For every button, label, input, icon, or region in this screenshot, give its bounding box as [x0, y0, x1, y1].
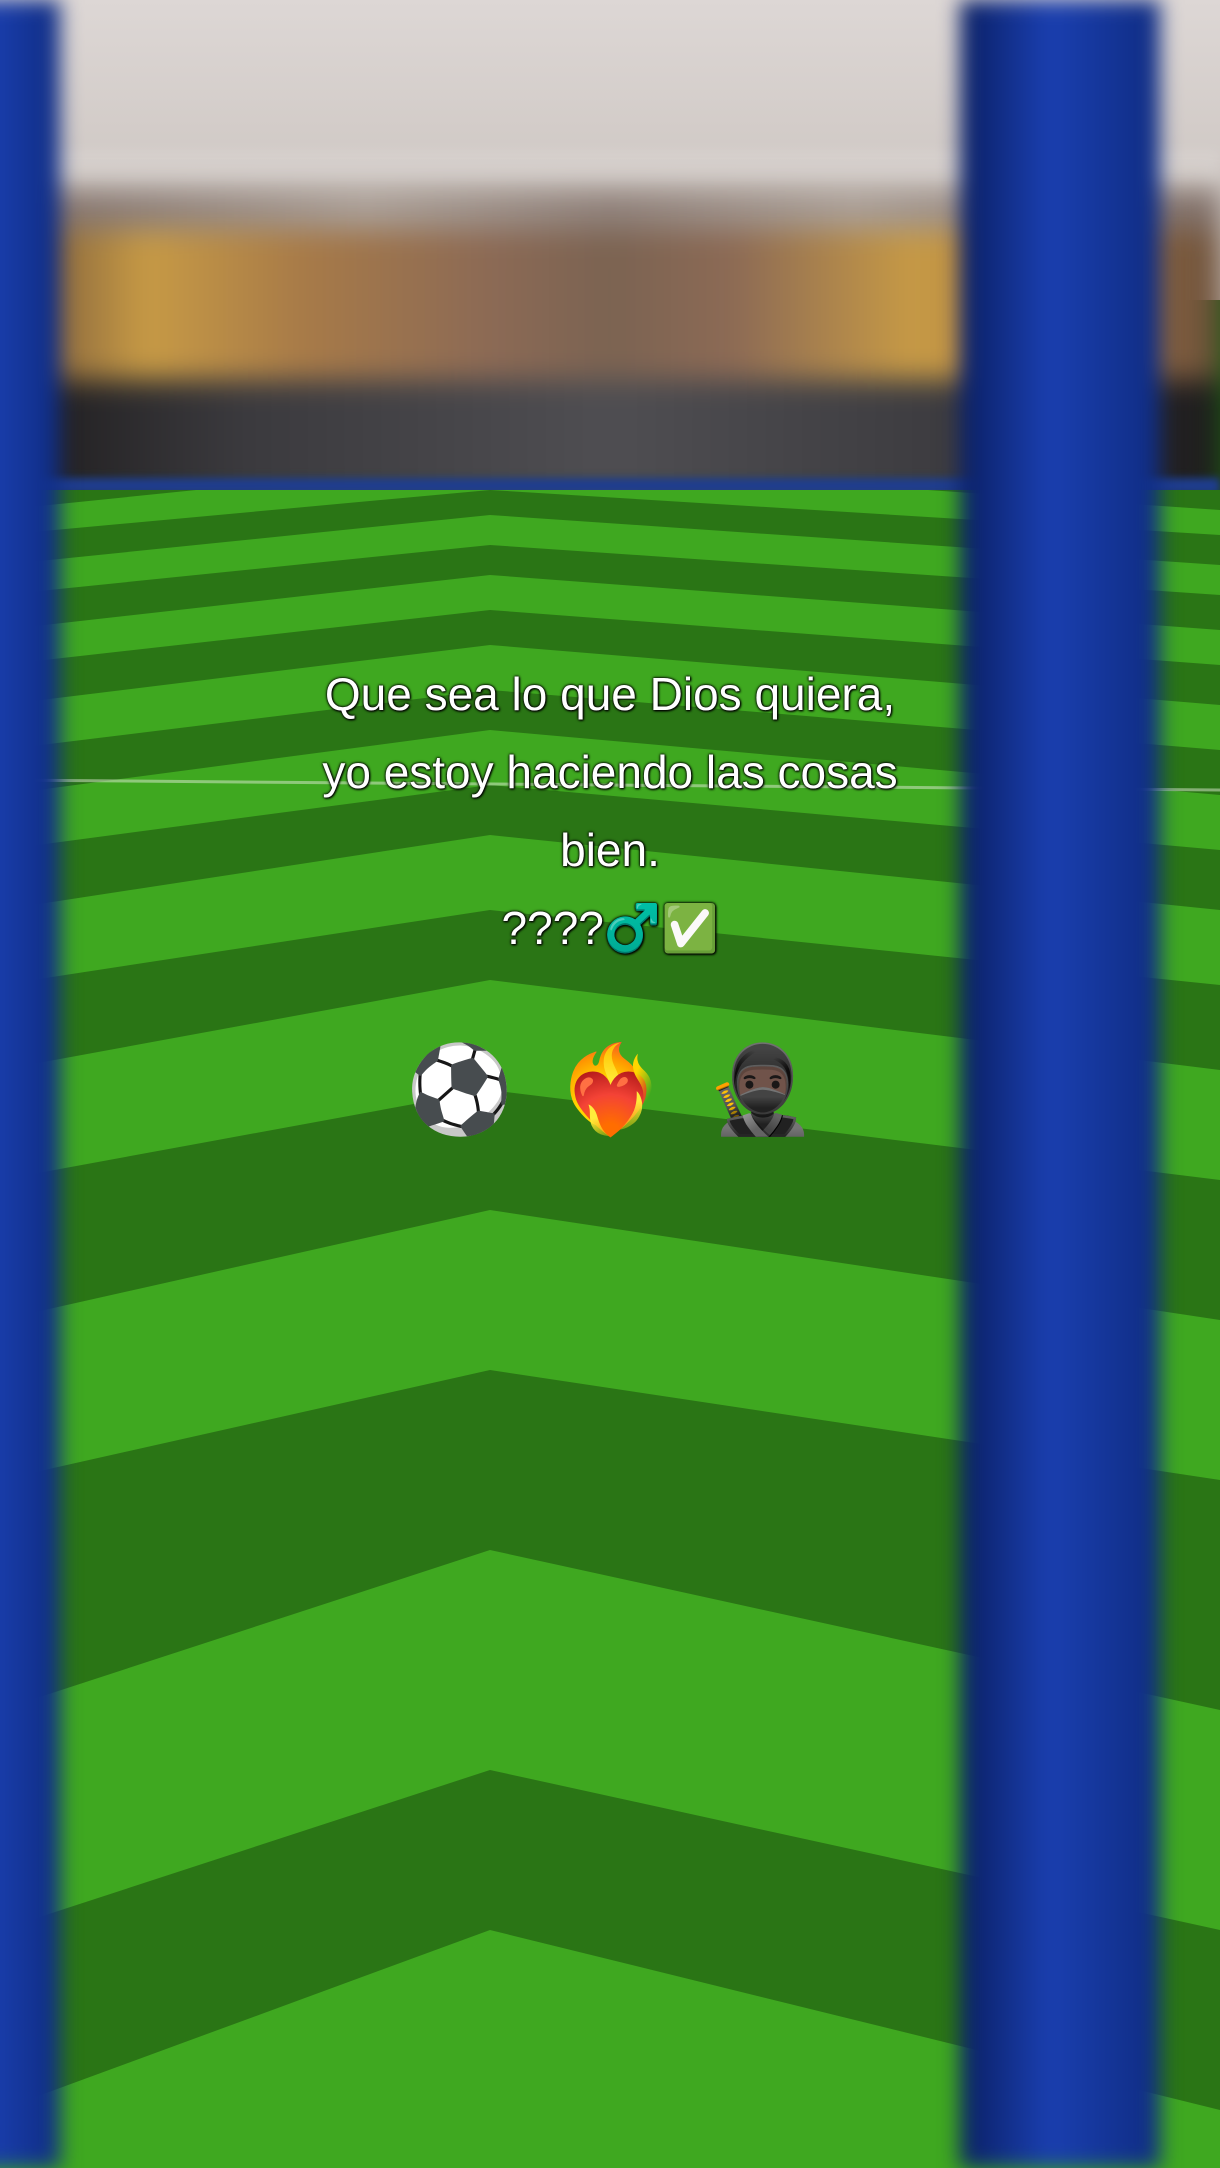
emoji-row: ⚽ ❤️‍🔥 🥷🏿 [200, 1035, 1020, 1145]
video-frame: Que sea lo que Dios quiera, yo estoy hac… [0, 0, 1220, 2168]
goal-post-left [0, 0, 60, 2168]
caption-line-1: Que sea lo que Dios quiera, [324, 668, 896, 720]
soccer-ball-icon: ⚽ [406, 1040, 514, 1140]
heart-on-fire-icon: ❤️‍🔥 [556, 1040, 664, 1140]
ninja-icon: 🥷🏿 [706, 1040, 814, 1140]
caption-line-4: ????♂️✅ [501, 902, 719, 954]
caption-line-3: bien. [560, 824, 660, 876]
caption-text: Que sea lo que Dios quiera, yo estoy hac… [200, 655, 1020, 967]
caption-line-2: yo estoy haciendo las cosas [322, 746, 898, 798]
